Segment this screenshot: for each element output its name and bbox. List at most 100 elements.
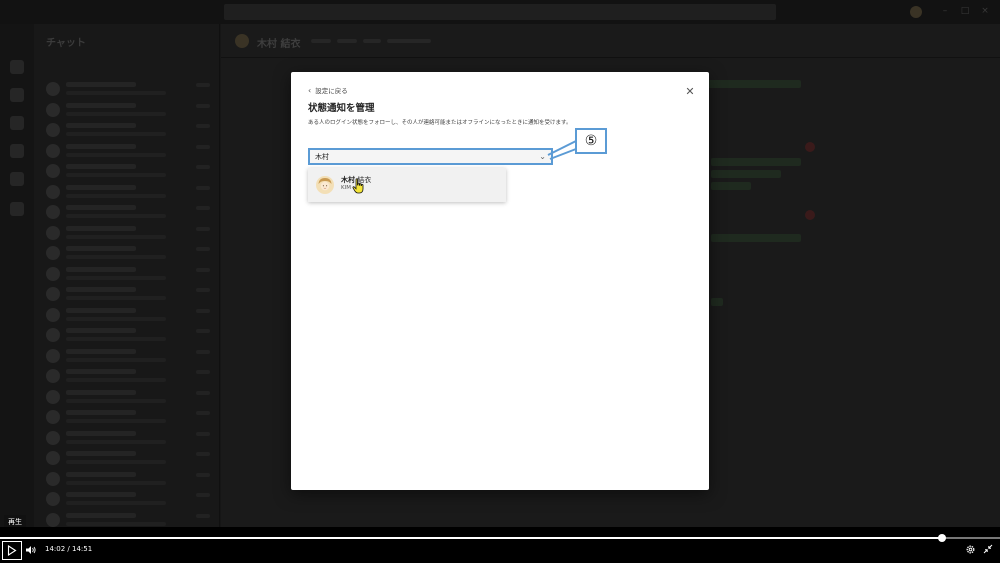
chat-item-preview bbox=[66, 316, 166, 321]
chat-item-title bbox=[66, 307, 136, 313]
chat-list-item bbox=[44, 121, 214, 141]
conversation-header: 木村 結衣 bbox=[221, 24, 1000, 58]
chat-item-time bbox=[196, 329, 210, 333]
chat-item-title bbox=[66, 369, 136, 374]
chat-item-preview bbox=[66, 275, 166, 280]
chat-item-title bbox=[66, 184, 136, 190]
files-icon bbox=[10, 202, 24, 216]
avatar bbox=[46, 451, 60, 465]
chat-item-time bbox=[196, 288, 210, 292]
time-readout: 14:02 / 14:51 bbox=[45, 545, 92, 553]
chat-item-time bbox=[196, 206, 210, 210]
title-avatar bbox=[910, 6, 922, 18]
header-tab bbox=[387, 39, 431, 43]
message-bubble bbox=[711, 158, 801, 166]
chat-item-preview bbox=[66, 152, 166, 157]
chat-list-item bbox=[44, 244, 214, 264]
chat-item-title bbox=[66, 266, 136, 272]
header-tab bbox=[337, 39, 357, 43]
chat-item-preview bbox=[66, 214, 166, 218]
activity-icon bbox=[10, 60, 24, 74]
chat-item-time bbox=[196, 411, 210, 415]
chat-item-time bbox=[196, 83, 210, 87]
chat-item-title bbox=[66, 82, 136, 87]
current-time: 14:02 bbox=[45, 545, 66, 553]
chat-list-item bbox=[44, 183, 214, 203]
chat-list-item bbox=[44, 367, 214, 387]
avatar bbox=[46, 328, 60, 342]
chat-item-title bbox=[66, 225, 136, 231]
gear-icon[interactable] bbox=[965, 544, 976, 555]
chat-list-item bbox=[44, 490, 214, 510]
play-button[interactable] bbox=[2, 541, 22, 560]
avatar bbox=[46, 184, 60, 199]
chat-item-preview bbox=[66, 132, 166, 136]
chat-item-title bbox=[66, 512, 136, 518]
chat-list-item bbox=[44, 449, 214, 469]
avatar bbox=[46, 266, 60, 281]
chat-list-item bbox=[44, 142, 214, 162]
chat-list-item bbox=[44, 80, 214, 100]
chat-item-time bbox=[196, 513, 210, 518]
shrink-icon[interactable] bbox=[983, 544, 993, 554]
person-search-input[interactable] bbox=[315, 151, 535, 163]
volume-icon[interactable] bbox=[25, 544, 37, 556]
chat-item-time bbox=[196, 493, 210, 497]
chat-item-title bbox=[66, 164, 136, 169]
progress-bar[interactable] bbox=[0, 534, 1000, 542]
conversation-avatar bbox=[235, 34, 249, 48]
chevron-down-icon[interactable]: ⌄ bbox=[539, 152, 546, 162]
chat-item-title bbox=[66, 287, 136, 292]
chat-item-preview bbox=[66, 337, 166, 341]
chat-item-time bbox=[196, 247, 210, 251]
time-separator: / bbox=[65, 545, 72, 553]
avatar bbox=[46, 102, 60, 117]
close-icon: ✕ bbox=[685, 85, 695, 98]
title-search-bar bbox=[224, 4, 776, 20]
chat-item-title bbox=[66, 430, 136, 436]
chat-list-item bbox=[44, 470, 214, 490]
chat-list-item bbox=[44, 224, 214, 244]
window-close-icon: × bbox=[981, 6, 989, 16]
chat-item-preview bbox=[66, 234, 166, 239]
chat-list: チャット bbox=[34, 24, 220, 527]
chat-item-preview bbox=[66, 296, 166, 300]
chat-list-item bbox=[44, 101, 214, 121]
reaction-icon bbox=[805, 142, 815, 152]
chat-item-title bbox=[66, 328, 136, 333]
step-callout: ⑤ bbox=[575, 128, 607, 154]
avatar bbox=[46, 82, 60, 96]
chat-item-title bbox=[66, 246, 136, 251]
message-bubble bbox=[711, 234, 801, 242]
chat-list-item bbox=[44, 511, 214, 528]
video-player-controls: 14:02 / 14:51 bbox=[0, 527, 1000, 563]
message-bubble bbox=[711, 182, 751, 190]
avatar bbox=[316, 176, 334, 194]
suggestion-item[interactable]: 木村 結衣 KIM bbox=[308, 168, 506, 202]
chat-item-time bbox=[196, 185, 210, 190]
message-bubble bbox=[711, 298, 723, 306]
chat-item-preview bbox=[66, 521, 166, 526]
avatar bbox=[46, 205, 60, 219]
chat-item-time bbox=[196, 124, 210, 128]
chat-item-time bbox=[196, 452, 210, 456]
chat-list-item bbox=[44, 388, 214, 408]
message-bubble bbox=[711, 170, 781, 178]
chat-item-time bbox=[196, 472, 210, 477]
close-button[interactable]: ✕ bbox=[683, 85, 697, 99]
chat-item-time bbox=[196, 267, 210, 272]
avatar bbox=[46, 164, 60, 178]
conversation-name: 木村 結衣 bbox=[257, 39, 301, 50]
progress-handle[interactable] bbox=[938, 534, 946, 542]
chat-item-title bbox=[66, 471, 136, 477]
back-label: 設定に戻る bbox=[315, 87, 348, 95]
chat-list-title: チャット bbox=[46, 38, 86, 49]
reaction-icon bbox=[805, 210, 815, 220]
title-bar: – □ × bbox=[0, 0, 1000, 24]
chat-item-preview bbox=[66, 111, 166, 116]
person-search-box[interactable]: ⌄ bbox=[308, 148, 553, 165]
chat-item-title bbox=[66, 389, 136, 395]
back-to-settings-link[interactable]: ‹ 設定に戻る bbox=[308, 86, 348, 96]
chat-item-title bbox=[66, 143, 136, 149]
avatar bbox=[46, 143, 60, 158]
